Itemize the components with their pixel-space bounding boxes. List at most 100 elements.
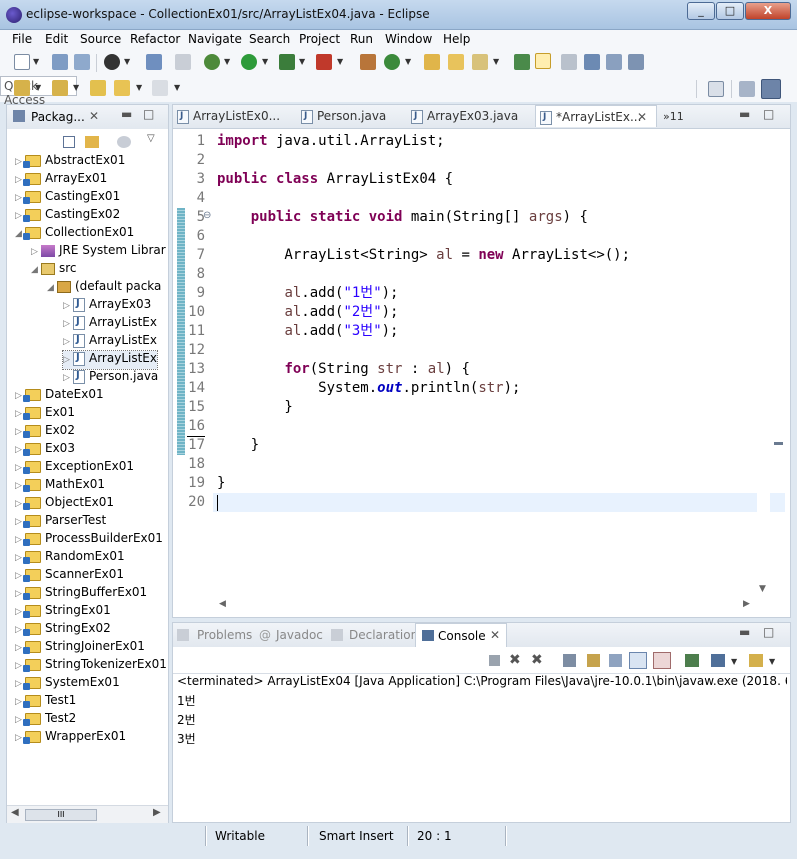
- maximize-view-icon[interactable]: □: [763, 625, 774, 639]
- chevron-down-icon[interactable]: ▼: [493, 57, 499, 66]
- next-annotation-icon[interactable]: [14, 80, 30, 96]
- code-line-14[interactable]: System.out.println(str);: [217, 379, 520, 398]
- chevron-down-icon[interactable]: ▼: [73, 83, 79, 92]
- chevron-down-icon[interactable]: ▼: [136, 83, 142, 92]
- chevron-down-icon[interactable]: ▼: [769, 657, 775, 666]
- word-wrap-icon[interactable]: [609, 654, 622, 667]
- open-type-icon[interactable]: [424, 54, 440, 70]
- focus-task-icon[interactable]: [117, 136, 131, 148]
- scroll-lock-icon[interactable]: [587, 654, 600, 667]
- tree-item[interactable]: ▷ ScannerEx01: [15, 567, 124, 585]
- back-icon[interactable]: [114, 80, 130, 96]
- console-output-line[interactable]: 2번: [177, 711, 196, 728]
- chevron-down-icon[interactable]: ▼: [262, 57, 268, 66]
- tab-console-active[interactable]: Console ✕: [415, 623, 507, 647]
- editor-tab-person[interactable]: Person.java: [301, 105, 405, 127]
- run-icon[interactable]: [241, 54, 257, 70]
- save-all-icon[interactable]: [74, 54, 90, 70]
- menu-refactor[interactable]: Refactor: [130, 32, 180, 46]
- editor-tab-arrayex03[interactable]: ArrayEx03.java: [411, 105, 527, 127]
- debug-icon[interactable]: [204, 54, 220, 70]
- mark-occurrences-icon[interactable]: [535, 53, 551, 69]
- tree-item[interactable]: ◢ (default packa: [47, 279, 161, 297]
- code-line-3[interactable]: public class ArrayListEx04 {: [217, 170, 453, 189]
- expanded-twistie-icon[interactable]: ◢: [31, 265, 41, 275]
- block-selection-icon[interactable]: [561, 54, 577, 70]
- open-perspective-icon[interactable]: [708, 81, 724, 97]
- menu-edit[interactable]: Edit: [45, 32, 68, 46]
- minimize-view-icon[interactable]: ▬: [739, 107, 750, 121]
- chevron-down-icon[interactable]: ▼: [35, 83, 41, 92]
- console-output-line[interactable]: 3번: [177, 730, 196, 747]
- tree-item[interactable]: ▷ ArrayEx03: [63, 297, 151, 315]
- close-icon[interactable]: ✕: [490, 628, 500, 642]
- tree-item[interactable]: ▷ StringEx02: [15, 621, 111, 639]
- coverage-icon[interactable]: [279, 54, 295, 70]
- tree-item[interactable]: ▷ StringBufferEx01: [15, 585, 147, 603]
- word-wrap-icon[interactable]: [584, 54, 600, 70]
- console-output-line[interactable]: 1번: [177, 692, 196, 709]
- maximize-button[interactable]: □: [716, 2, 744, 20]
- tree-item[interactable]: ▷ ArrayListEx: [62, 350, 158, 370]
- forward-icon[interactable]: [152, 80, 168, 96]
- code-line-13[interactable]: for(String str : al) {: [217, 360, 469, 379]
- tab-problems[interactable]: Problems: [197, 628, 252, 642]
- tree-item[interactable]: ▷ ArrayListEx: [63, 315, 157, 333]
- view-menu-icon[interactable]: ▽: [147, 133, 155, 144]
- minimize-button[interactable]: _: [687, 2, 715, 20]
- previous-annotation-icon[interactable]: [52, 80, 68, 96]
- editor-vertical-scrollbar[interactable]: ▼: [757, 132, 770, 598]
- tree-item[interactable]: ▷ Ex02: [15, 423, 75, 441]
- package-explorer-tab[interactable]: Packag...: [31, 110, 85, 124]
- tree-item[interactable]: ▷ ProcessBuilderEx01: [15, 531, 163, 549]
- code-line-11[interactable]: al.add("3번");: [217, 322, 398, 341]
- tree-item[interactable]: ▷ SystemEx01: [15, 675, 120, 693]
- tree-item[interactable]: ▷ ObjectEx01: [15, 495, 114, 513]
- tree-item[interactable]: ▷ Ex01: [15, 405, 75, 423]
- tree-item[interactable]: ▷ DateEx01: [15, 387, 104, 405]
- new-java-package-icon[interactable]: [360, 54, 376, 70]
- remove-all-terminated-icon[interactable]: ✖: [531, 652, 543, 668]
- tree-item[interactable]: ▷ CastingEx01: [15, 189, 120, 207]
- profile-icon[interactable]: [104, 54, 120, 70]
- chevron-down-icon[interactable]: ▼: [33, 57, 39, 66]
- menu-file[interactable]: File: [12, 32, 32, 46]
- external-tools-icon[interactable]: [316, 54, 332, 70]
- tree-item[interactable]: ▷ MathEx01: [15, 477, 105, 495]
- editor-horizontal-scrollbar[interactable]: ◀ ▶: [213, 598, 758, 612]
- close-icon[interactable]: ✕: [637, 110, 647, 124]
- java-perspective-icon[interactable]: [761, 79, 781, 99]
- new-icon[interactable]: [14, 54, 30, 70]
- last-edit-location-icon[interactable]: [90, 80, 106, 96]
- maximize-view-icon[interactable]: □: [763, 107, 774, 121]
- show-whitespace-icon[interactable]: [606, 54, 622, 70]
- chevron-down-icon[interactable]: ▼: [299, 57, 305, 66]
- code-line-10[interactable]: al.add("2번");: [217, 303, 398, 322]
- menu-run[interactable]: Run: [350, 32, 373, 46]
- scroll-left-icon[interactable]: ◀: [11, 807, 19, 818]
- toggle-breadcrumb-icon[interactable]: [514, 54, 530, 70]
- chevron-down-icon[interactable]: ▼: [174, 83, 180, 92]
- clear-console-icon[interactable]: [563, 654, 576, 667]
- code-line-5[interactable]: public static void main(String[] args) {: [217, 208, 588, 227]
- expanded-twistie-icon[interactable]: ◢: [47, 283, 57, 293]
- menu-window[interactable]: Window: [385, 32, 432, 46]
- save-icon[interactable]: [52, 54, 68, 70]
- window-title-bar[interactable]: eclipse-workspace - CollectionEx01/src/A…: [0, 0, 797, 30]
- code-line-9[interactable]: al.add("1번");: [217, 284, 398, 303]
- show-stderr-icon[interactable]: [653, 652, 671, 669]
- menu-search[interactable]: Search: [249, 32, 290, 46]
- collapsed-twistie-icon[interactable]: ▷: [63, 301, 73, 311]
- tree-item[interactable]: ◢ src: [31, 261, 77, 279]
- tree-item[interactable]: ◢ CollectionEx01: [15, 225, 134, 243]
- collapsed-twistie-icon[interactable]: ▷: [63, 355, 73, 365]
- open-task-icon[interactable]: [448, 54, 464, 70]
- open-console-icon[interactable]: [749, 654, 763, 667]
- code-line-15[interactable]: }: [217, 398, 292, 417]
- code-line-7[interactable]: ArrayList<String> al = new ArrayList<>()…: [217, 246, 630, 265]
- remove-launch-icon[interactable]: ✖: [509, 652, 521, 668]
- chevron-down-icon[interactable]: ▼: [731, 657, 737, 666]
- code-line-1[interactable]: import java.util.ArrayList;: [217, 132, 445, 151]
- code-line-17[interactable]: }: [217, 436, 259, 455]
- tree-item[interactable]: ▷ Test1: [15, 693, 76, 711]
